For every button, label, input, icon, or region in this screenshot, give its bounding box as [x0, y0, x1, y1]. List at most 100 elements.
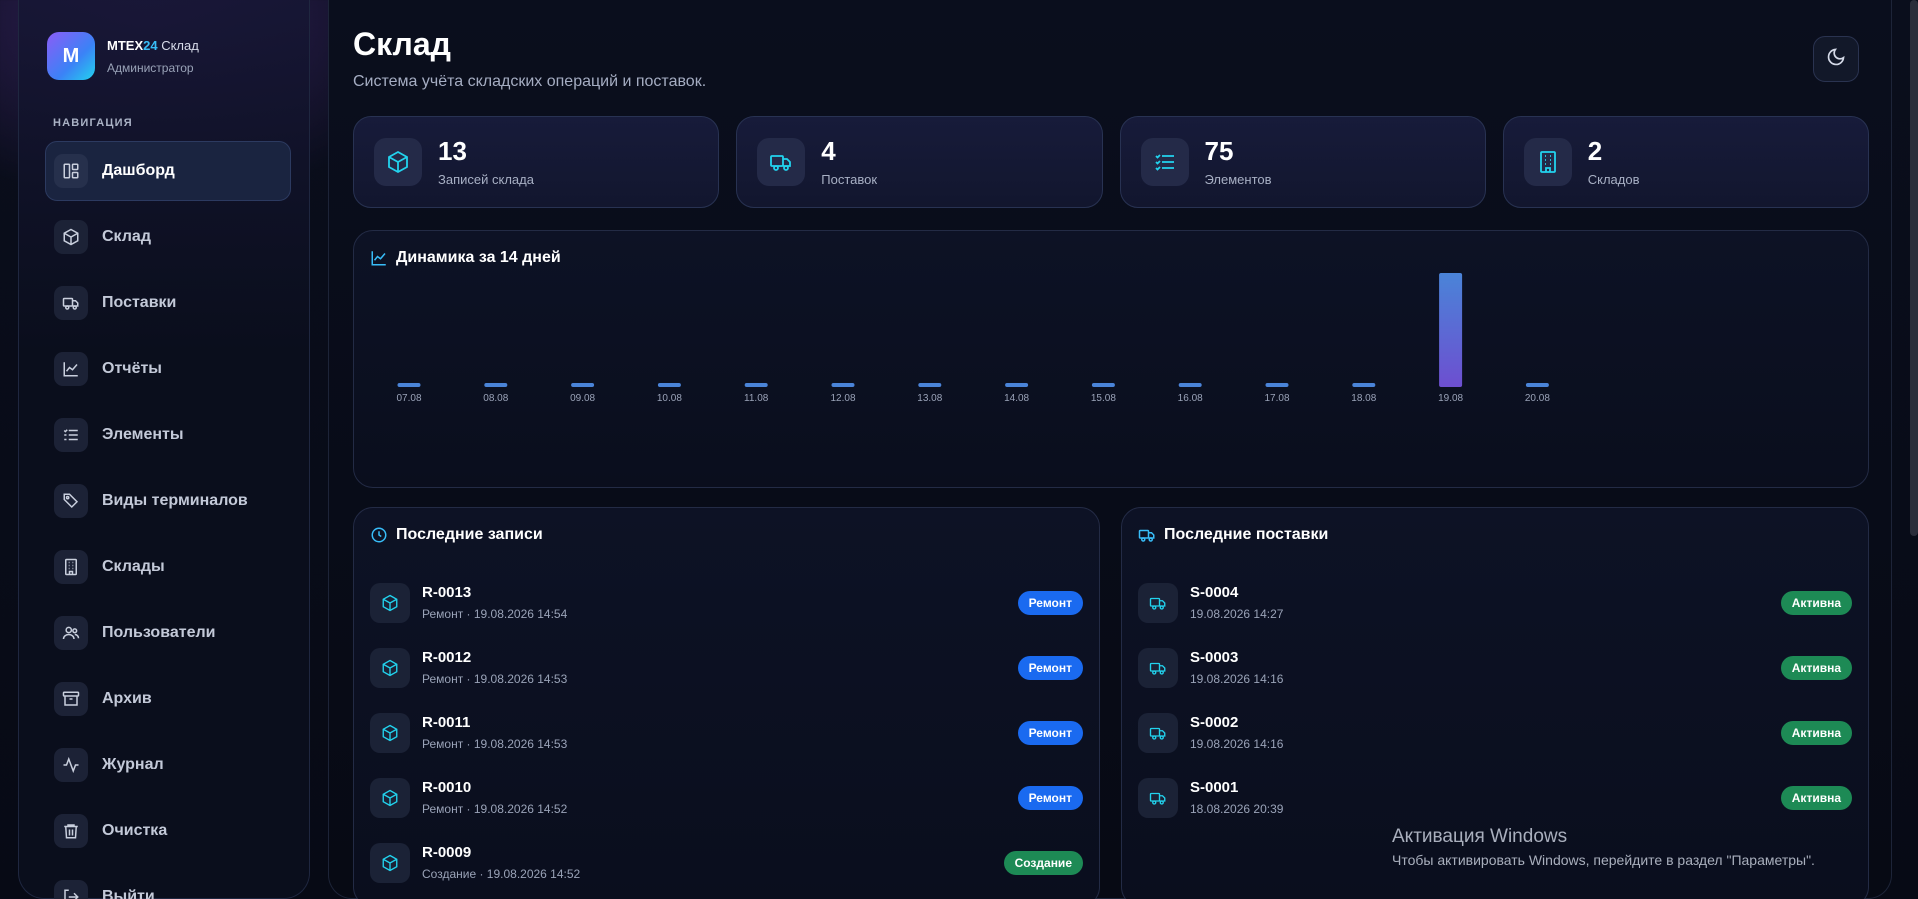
- x-tick-label: 14.08: [1004, 393, 1029, 404]
- sidebar-item-journal[interactable]: Журнал: [45, 735, 291, 795]
- status-badge: Активна: [1780, 786, 1852, 810]
- sidebar-item-users[interactable]: Пользователи: [45, 603, 291, 663]
- chart-bar[interactable]: [657, 383, 681, 387]
- sidebar-item-label: Выйти: [102, 888, 155, 899]
- sidebar-item-dashboard[interactable]: Дашборд: [45, 141, 291, 201]
- delivery-id: S-0003: [1190, 649, 1239, 666]
- sidebar-item-deliveries[interactable]: Поставки: [45, 273, 291, 333]
- sidebar-item-terminal-types[interactable]: Виды терминалов: [45, 471, 291, 531]
- sidebar-item-label: Журнал: [102, 756, 164, 773]
- delivery-date: 18.08.2026 20:39: [1190, 802, 1284, 816]
- x-tick-label: 12.08: [830, 393, 855, 404]
- status-badge: Ремонт: [1017, 721, 1083, 745]
- theme-toggle-button[interactable]: [1813, 36, 1859, 82]
- list-icon: [1140, 138, 1189, 186]
- x-tick-label: 09.08: [570, 393, 595, 404]
- stat-card-elements[interactable]: 75 Элементов: [1119, 116, 1486, 208]
- list-item[interactable]: S-0004 19.08.2026 14:27 Активна: [1138, 570, 1852, 635]
- chart-bar[interactable]: [484, 383, 508, 387]
- x-tick-label: 13.08: [917, 393, 942, 404]
- chart-bar[interactable]: [831, 383, 855, 387]
- tag-icon: [54, 484, 88, 518]
- list-item[interactable]: R-0010 Ремонт · 19.08.2026 14:52 Ремонт: [370, 765, 1083, 830]
- list-icon: [54, 418, 88, 452]
- sidebar-item-reports[interactable]: Отчёты: [45, 339, 291, 399]
- status-badge: Активна: [1780, 721, 1852, 745]
- status-badge: Ремонт: [1017, 656, 1083, 680]
- delivery-date: 19.08.2026 14:16: [1190, 672, 1284, 686]
- x-tick-label: 10.08: [657, 393, 682, 404]
- stat-card-records[interactable]: 13 Записей склада: [353, 116, 720, 208]
- sidebar-item-label: Дашборд: [102, 162, 175, 179]
- list-item[interactable]: R-0013 Ремонт · 19.08.2026 14:54 Ремонт: [370, 570, 1083, 635]
- list-item[interactable]: S-0001 18.08.2026 20:39 Активна: [1138, 765, 1852, 830]
- sidebar-item-cleanup[interactable]: Очистка: [45, 801, 291, 861]
- stat-value: 13: [438, 135, 467, 166]
- chart-bar[interactable]: [397, 383, 421, 387]
- chart-bar[interactable]: [571, 383, 595, 387]
- chart-bar[interactable]: [1352, 383, 1376, 387]
- truck-icon: [1138, 712, 1178, 753]
- sidebar-item-label: Отчёты: [102, 360, 162, 377]
- sidebar-item-logout[interactable]: Выйти: [45, 867, 291, 899]
- status-badge: Активна: [1780, 591, 1852, 615]
- brand[interactable]: M MTEX24 Склад Администратор: [47, 32, 199, 80]
- sidebar-item-label: Элементы: [102, 426, 184, 443]
- deliveries-title-row: Последние поставки: [1138, 526, 1328, 544]
- list-item[interactable]: R-0012 Ремонт · 19.08.2026 14:53 Ремонт: [370, 635, 1083, 700]
- status-badge: Создание: [1003, 851, 1083, 875]
- sidebar-item-elements[interactable]: Элементы: [45, 405, 291, 465]
- chart-bar[interactable]: [1005, 383, 1029, 387]
- sidebar-item-archive[interactable]: Архив: [45, 669, 291, 729]
- sidebar-item-warehouses[interactable]: Склады: [45, 537, 291, 597]
- deliveries-list: S-0004 19.08.2026 14:27 Активна S-0003 19.…: [1138, 570, 1852, 830]
- list-item[interactable]: S-0003 19.08.2026 14:16 Активна: [1138, 635, 1852, 700]
- box-icon: [370, 777, 410, 818]
- x-tick-label: 19.08: [1438, 393, 1463, 404]
- list-item[interactable]: S-0002 19.08.2026 14:16 Активна: [1138, 700, 1852, 765]
- x-tick-label: 20.08: [1525, 393, 1550, 404]
- sidebar-item-label: Склад: [102, 228, 151, 245]
- page-scrollbar[interactable]: [1910, 0, 1918, 536]
- chart-bar[interactable]: [1439, 273, 1463, 387]
- truck-icon: [54, 286, 88, 320]
- user-role: Администратор: [107, 60, 194, 75]
- sidebar-nav: Дашборд Склад Поставки Отчёты Элементы В…: [45, 141, 291, 899]
- chart-bar[interactable]: [744, 383, 768, 387]
- sidebar-item-label: Архив: [102, 690, 152, 707]
- chart-bar[interactable]: [1178, 383, 1202, 387]
- stat-card-warehouses[interactable]: 2 Складов: [1502, 116, 1869, 208]
- bar-chart: 07.08 08.08 09.08 10.08 11.08 12.08 13.08 14.08…: [396, 273, 1550, 404]
- stat-label: Элементов: [1204, 171, 1272, 187]
- chart-bar[interactable]: [1525, 383, 1549, 387]
- x-tick-label: 11.08: [744, 393, 769, 404]
- truck-icon: [757, 138, 806, 186]
- brand-logo: M: [47, 32, 95, 80]
- truck-icon: [1138, 647, 1178, 688]
- truck-icon: [1138, 582, 1178, 623]
- record-id: R-0012: [422, 649, 472, 666]
- chart-bar[interactable]: [1091, 383, 1115, 387]
- deliveries-title: Последние поставки: [1164, 526, 1329, 543]
- chart-icon: [54, 352, 88, 386]
- sidebar-item-label: Виды терминалов: [102, 492, 248, 509]
- dashboard-icon: [54, 154, 88, 188]
- list-item[interactable]: R-0009 Создание · 19.08.2026 14:52 Создан…: [370, 830, 1083, 895]
- x-tick-label: 07.08: [396, 393, 421, 404]
- chart-bar[interactable]: [1265, 383, 1289, 387]
- status-badge: Ремонт: [1017, 786, 1083, 810]
- watermark-subtitle: Чтобы активировать Windows, перейдите в …: [1392, 852, 1815, 868]
- brand-name-accent: 24: [143, 37, 158, 53]
- status-badge: Ремонт: [1017, 591, 1083, 615]
- box-icon: [370, 842, 410, 883]
- record-id: R-0010: [422, 779, 472, 796]
- sidebar-item-warehouse[interactable]: Склад: [45, 207, 291, 267]
- box-icon: [374, 138, 422, 186]
- building-icon: [54, 550, 88, 584]
- sidebar: M MTEX24 Склад Администратор НАВИГАЦИЯ Д…: [18, 0, 310, 899]
- stat-value: 2: [1587, 135, 1603, 166]
- list-item[interactable]: R-0011 Ремонт · 19.08.2026 14:53 Ремонт: [370, 700, 1083, 765]
- truck-icon: [1138, 777, 1178, 818]
- stat-card-deliveries[interactable]: 4 Поставок: [736, 116, 1103, 208]
- chart-bar[interactable]: [918, 383, 942, 387]
